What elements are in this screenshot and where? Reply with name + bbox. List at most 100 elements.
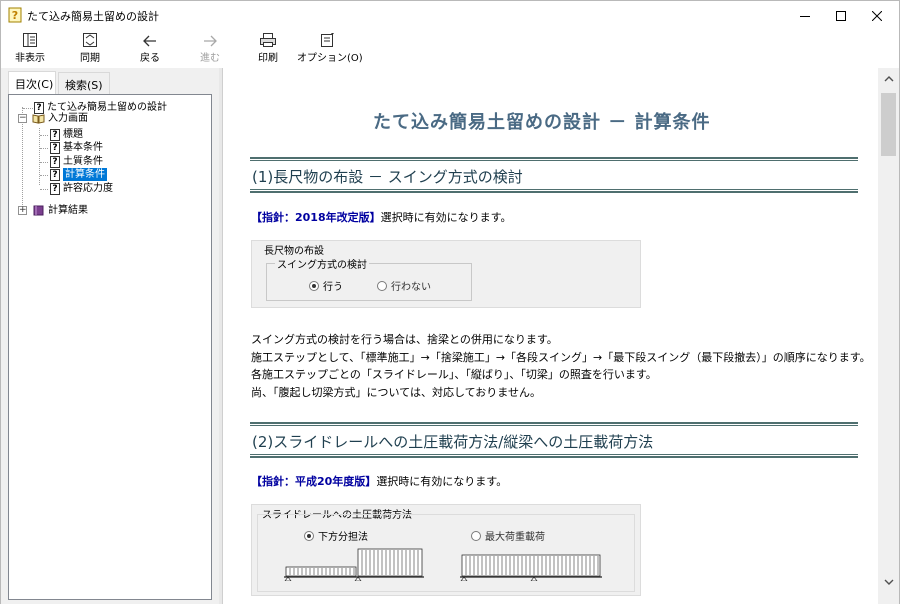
- radio-selected-icon: [309, 280, 319, 291]
- scroll-up-arrow[interactable]: [878, 74, 899, 91]
- page-title: たて込み簡易土留めの設計 － 計算条件: [373, 112, 711, 133]
- swing-settings-panel: 長尺物の布設 スイング方式の検討 行う 行わない: [251, 240, 641, 308]
- forward-button[interactable]: 進む: [195, 31, 225, 65]
- help-topic-icon: ?: [50, 141, 60, 154]
- contents-tree: ? たて込み簡易土留めの設計 − 入力画面 ? 標題 ? 基本条件 ? 土質条件: [8, 94, 212, 600]
- tree-item-soil-conditions[interactable]: ? 土質条件: [50, 155, 103, 168]
- group-legend: スイング方式の検討: [275, 256, 369, 271]
- back-label: 戻る: [140, 53, 160, 64]
- print-button[interactable]: 印刷: [253, 31, 283, 65]
- section2-heading: (2)スライドレールへの土圧載荷方法/縦梁への土圧載荷方法: [252, 433, 654, 451]
- tree-item-label: 許容応力度: [63, 183, 113, 194]
- options-icon: [321, 33, 334, 47]
- paragraph-line: 施工ステップとして、「標準施工」→「捨梁施工」→「各段スイング」→「最下段スイン…: [251, 350, 871, 364]
- chevron-up-icon: [884, 76, 893, 82]
- help-topic-icon: ?: [50, 168, 60, 181]
- lower-share-load-diagram: [284, 548, 424, 581]
- heading-rule-top: [250, 422, 858, 426]
- max-load-diagram: [460, 554, 602, 581]
- topic-content: たて込み簡易土留めの設計 － 計算条件 (1)長尺物の布設 － スイング方式の検…: [222, 68, 878, 604]
- tree-connector: [40, 175, 48, 176]
- radio-max-load[interactable]: 最大荷重載荷: [471, 528, 545, 543]
- tree-item-label: 土質条件: [63, 156, 103, 167]
- section1-heading-block: (1)長尺物の布設 － スイング方式の検討: [250, 157, 858, 193]
- heading-rule-bottom: [250, 454, 858, 458]
- panel-legend: 長尺物の布設: [262, 242, 326, 257]
- radio-unselected-icon: [471, 530, 481, 541]
- help-topic-icon: ?: [50, 182, 60, 195]
- paragraph-line: 各施工ステップごとの「スライドレール」、「縦ばり」、「切梁」の照査を行います。: [251, 368, 657, 381]
- back-arrow-icon: [143, 35, 156, 47]
- options-button[interactable]: オプション(O): [297, 31, 363, 65]
- load-method-panel: スライドレールへの土圧載荷方法 下方分担法 最大荷重載荷: [251, 504, 641, 596]
- close-icon: [872, 10, 882, 21]
- printer-icon: [260, 33, 276, 47]
- help-topic-icon: ?: [50, 128, 60, 141]
- print-label: 印刷: [258, 53, 278, 64]
- note-text: 選択時に有効になります。: [376, 475, 508, 488]
- help-app-icon: ?: [8, 7, 22, 23]
- help-topic-icon: ?: [50, 155, 60, 168]
- radio-label: 行わない: [391, 282, 431, 293]
- sync-icon: [83, 33, 97, 47]
- radio-selected-icon: [304, 530, 314, 541]
- tree-item-label: 計算結果: [48, 205, 88, 216]
- tree-item-input-screens[interactable]: 入力画面: [32, 112, 88, 125]
- note-text: 選択時に有効になります。: [380, 211, 512, 224]
- radio-unselected-icon: [377, 280, 387, 291]
- swing-option-group: スイング方式の検討 行う 行わない: [266, 256, 472, 301]
- help-window: ? たて込み簡易土留めの設計 非表示 同期 戻る 進む 印刷 オプション(O) …: [0, 0, 900, 604]
- guideline-keyword: 【指針：2018年改定版】: [251, 211, 381, 224]
- tab-search[interactable]: 検索(S): [58, 72, 110, 94]
- hide-pane-icon: [23, 33, 37, 47]
- vertical-scrollbar[interactable]: [878, 68, 899, 604]
- tree-connector: [39, 128, 40, 185]
- heading-rule-top: [250, 157, 858, 161]
- scroll-thumb[interactable]: [881, 93, 896, 156]
- tree-connector: [23, 108, 33, 109]
- window-title: たて込み簡易土留めの設計: [27, 10, 159, 23]
- maximize-icon: [836, 10, 846, 21]
- tree-connector: [40, 135, 48, 136]
- minimize-icon: [800, 15, 810, 17]
- radio-perform[interactable]: 行う: [309, 278, 343, 293]
- expand-expander[interactable]: +: [18, 206, 27, 215]
- tree-item-calc-conditions[interactable]: ? 計算条件: [50, 168, 107, 181]
- radio-not-perform[interactable]: 行わない: [377, 278, 431, 293]
- scroll-down-arrow[interactable]: [878, 578, 899, 595]
- forward-arrow-icon: [204, 35, 217, 47]
- tree-connector: [40, 148, 48, 149]
- close-button[interactable]: [854, 1, 900, 30]
- closed-book-icon: [33, 205, 44, 216]
- paragraph-line: 尚、「腹起し切梁方式」については、対応しておりません。: [251, 385, 541, 399]
- section1-heading: (1)長尺物の布設 － スイング方式の検討: [252, 168, 523, 186]
- tree-item-label: 基本条件: [63, 142, 103, 153]
- section2-heading-block: (2)スライドレールへの土圧載荷方法/縦梁への土圧載荷方法: [250, 422, 858, 458]
- tab-contents[interactable]: 目次(C): [8, 71, 56, 95]
- collapse-expander[interactable]: −: [18, 114, 27, 123]
- forward-label: 進む: [200, 53, 220, 64]
- back-button[interactable]: 戻る: [135, 31, 165, 65]
- sync-button[interactable]: 同期: [75, 31, 105, 65]
- tree-item-title[interactable]: ? 標題: [50, 128, 83, 141]
- tree-connector: [40, 189, 48, 190]
- guideline-keyword: 【指針：平成20年度版】: [251, 475, 377, 488]
- tree-item-allowable-stress[interactable]: ? 許容応力度: [50, 182, 113, 195]
- radio-lower-share[interactable]: 下方分担法: [304, 528, 368, 543]
- hide-button[interactable]: 非表示: [13, 31, 47, 65]
- navigation-pane: 目次(C) 検索(S) ? たて込み簡易土留めの設計 − 入力画面 ? 標題 ?…: [1, 68, 219, 604]
- paragraph-line: スイング方式の検討を行う場合は、捨梁との併用になります。: [251, 333, 558, 346]
- chevron-down-icon: [884, 579, 893, 585]
- section1-paragraphs: スイング方式の検討を行う場合は、捨梁との併用になります。 施工ステップとして、「…: [251, 331, 871, 401]
- section1-note: 【指針：2018年改定版】選択時に有効になります。: [251, 209, 512, 225]
- title-bar: ? たて込み簡易土留めの設計: [1, 1, 899, 30]
- section2-note: 【指針：平成20年度版】選択時に有効になります。: [251, 473, 507, 489]
- tree-connector: [40, 162, 48, 163]
- tree-item-results[interactable]: 計算結果: [32, 204, 88, 217]
- tree-item-basic-conditions[interactable]: ? 基本条件: [50, 141, 103, 154]
- tree-item-label-selected: 計算条件: [63, 168, 107, 181]
- svg-text:?: ?: [12, 9, 18, 22]
- tree-item-label: 標題: [63, 129, 83, 140]
- radio-label: 下方分担法: [318, 532, 368, 543]
- sync-label: 同期: [80, 53, 100, 64]
